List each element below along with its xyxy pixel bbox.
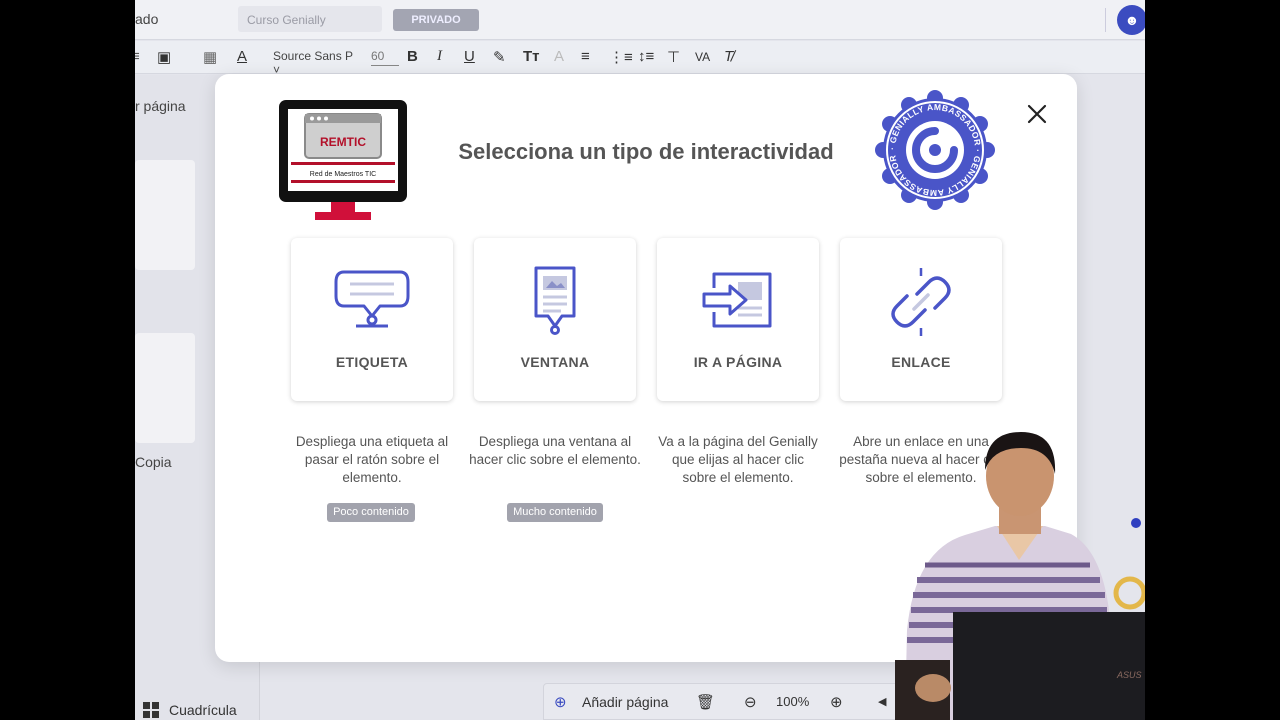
zoom-out-icon[interactable]: ⊖ bbox=[744, 693, 757, 711]
bold-icon[interactable]: B bbox=[407, 48, 418, 65]
vertical-align-icon[interactable]: ⊤ bbox=[667, 48, 680, 66]
go-to-page-icon bbox=[702, 272, 772, 328]
link-chain-icon bbox=[891, 268, 951, 336]
laptop-brand: ASUS bbox=[1116, 670, 1142, 680]
editor-screen: ado Curso Genially PRIVADO ☻ ≡ ▣ ▦ A Sou… bbox=[135, 0, 1145, 720]
text-shadow-icon[interactable]: A bbox=[554, 48, 564, 65]
card-description: Despliega una etiqueta al pasar el ratón… bbox=[295, 434, 449, 485]
page-thumbnail-label: Copia bbox=[135, 454, 172, 470]
page-thumbnail[interactable] bbox=[135, 333, 195, 443]
trash-icon[interactable]: 🗑 bbox=[696, 693, 715, 711]
transparency-icon[interactable]: ▦ bbox=[203, 48, 217, 66]
card-label: ENLACE bbox=[891, 354, 951, 370]
list-icon[interactable]: ⋮≡ bbox=[609, 48, 633, 66]
logo-subtext: Red de Maestros TIC bbox=[310, 171, 376, 178]
add-page-button[interactable]: Añadir página bbox=[582, 694, 668, 710]
divider bbox=[1105, 8, 1106, 32]
close-icon[interactable] bbox=[1025, 102, 1049, 126]
tooltip-bubble-icon bbox=[334, 270, 410, 328]
add-user-icon[interactable]: ☻ bbox=[1117, 5, 1145, 35]
font-family-value: Source Sans P bbox=[273, 49, 353, 63]
course-name-input[interactable]: Curso Genially bbox=[238, 6, 382, 32]
text-toolbar: ≡ ▣ ▦ A Source Sans P ˅ 60 B I U ✎ Tт A … bbox=[135, 41, 1145, 80]
option-card-enlace[interactable]: ENLACE bbox=[840, 238, 1002, 401]
card-description: Va a la página del Genially que elijas a… bbox=[658, 434, 818, 485]
underline-icon[interactable]: U bbox=[464, 48, 475, 65]
font-size-input[interactable]: 60 bbox=[371, 49, 399, 66]
card-label: VENTANA bbox=[520, 354, 590, 370]
highlight-icon[interactable]: ✎ bbox=[493, 48, 506, 66]
option-card-etiqueta[interactable]: ETIQUETA bbox=[291, 238, 453, 401]
italic-icon[interactable]: I bbox=[437, 48, 442, 65]
content-amount-badge: Mucho contenido bbox=[507, 503, 603, 522]
zoom-level: 100% bbox=[776, 694, 810, 709]
crop-icon[interactable]: ▣ bbox=[157, 48, 171, 66]
project-title[interactable]: ado bbox=[135, 11, 158, 27]
card-label: IR A PÁGINA bbox=[693, 354, 783, 370]
genially-ambassador-seal: · GENIALLY AMBASSADOR · GENIALLY AMBASSA… bbox=[875, 90, 995, 210]
privacy-button[interactable]: PRIVADO bbox=[393, 9, 479, 31]
option-card-ir-a-pagina[interactable]: IR A PÁGINA bbox=[657, 238, 819, 401]
add-circle-icon[interactable]: ⊕ bbox=[554, 693, 567, 711]
add-page-link[interactable]: r página bbox=[135, 98, 186, 114]
zoom-in-icon[interactable]: ⊕ bbox=[830, 693, 843, 711]
presenter-webcam-overlay: ASUS bbox=[895, 432, 1145, 720]
clear-format-icon[interactable]: T̸ bbox=[724, 48, 733, 65]
card-label: ETIQUETA bbox=[335, 354, 409, 370]
window-document-icon bbox=[534, 266, 576, 335]
grid-icon[interactable] bbox=[143, 702, 159, 718]
content-amount-badge: Poco contenido bbox=[327, 503, 415, 522]
text-color-icon[interactable]: A bbox=[237, 48, 247, 65]
prev-page-icon[interactable]: ◀ bbox=[878, 695, 886, 708]
text-size-icon[interactable]: Tт bbox=[523, 48, 540, 65]
top-bar: ado Curso Genially PRIVADO ☻ bbox=[135, 0, 1145, 40]
grid-view-label[interactable]: Cuadrícula bbox=[169, 702, 237, 718]
align-icon[interactable]: ≡ bbox=[581, 48, 590, 65]
page-thumbnail[interactable] bbox=[135, 160, 195, 270]
card-description: Despliega una ventana al hacer clic sobr… bbox=[469, 434, 641, 467]
option-card-ventana[interactable]: VENTANA bbox=[474, 238, 636, 401]
layers-icon[interactable]: ≡ bbox=[135, 48, 140, 65]
line-height-icon[interactable]: ↕≡ bbox=[638, 48, 654, 65]
letter-spacing-icon[interactable]: VA bbox=[695, 50, 710, 64]
